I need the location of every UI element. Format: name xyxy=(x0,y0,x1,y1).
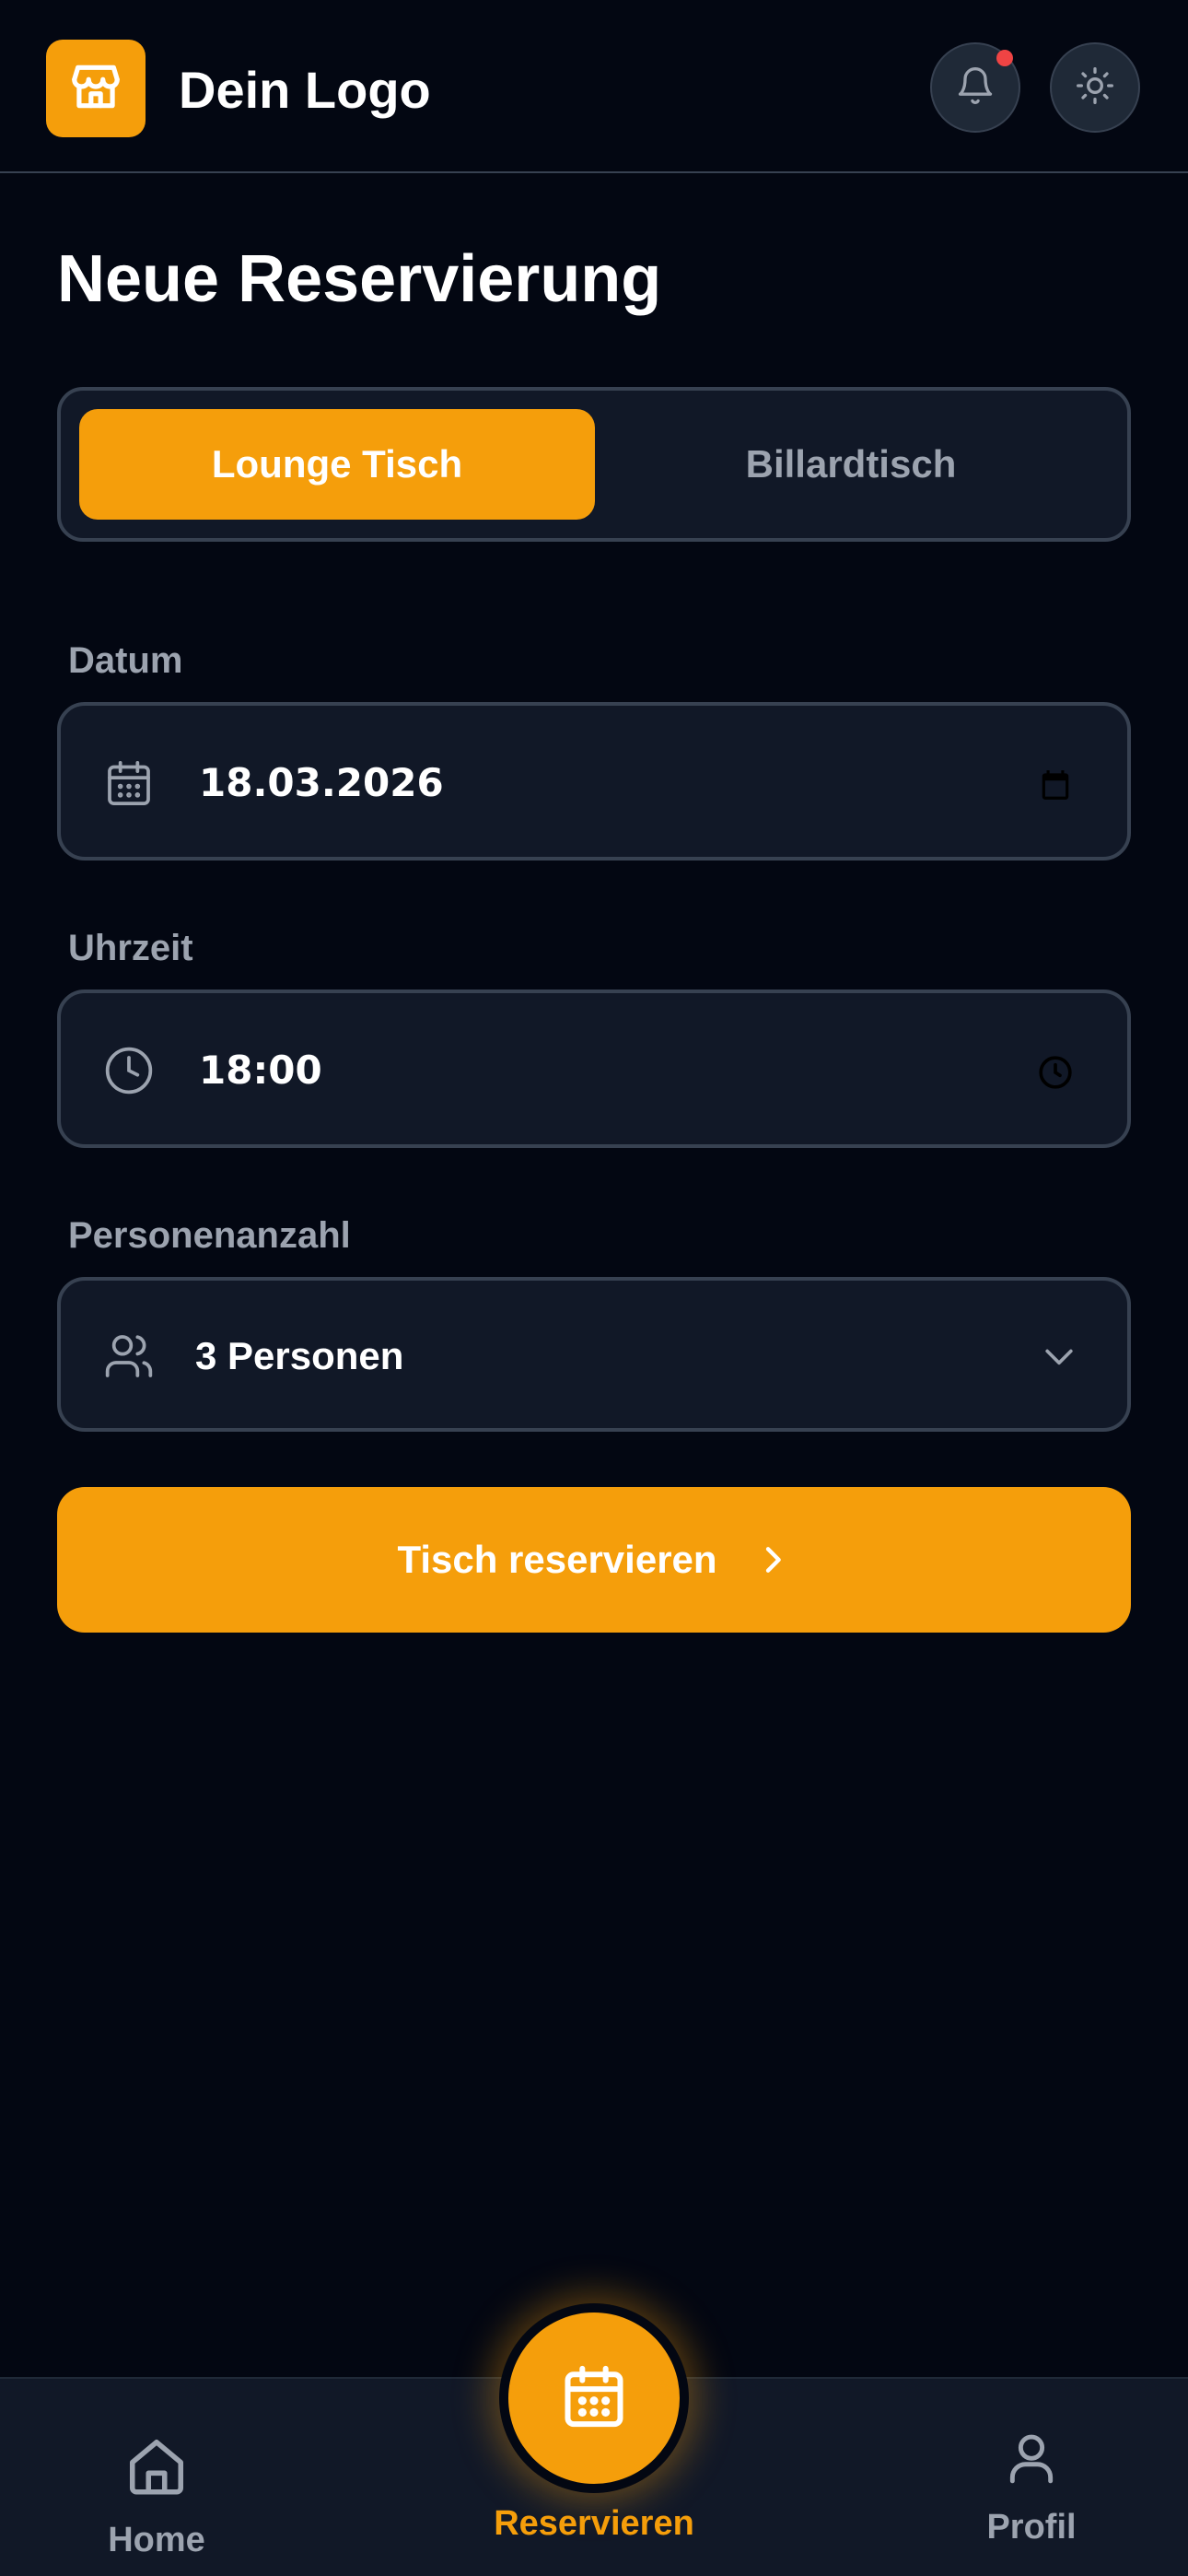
bell-icon xyxy=(955,65,996,111)
notifications-button[interactable] xyxy=(930,42,1020,133)
tab-billardtisch[interactable]: Billardtisch xyxy=(593,409,1109,520)
guests-select[interactable]: 3 Personen xyxy=(57,1277,1131,1432)
nav-profil-label: Profil xyxy=(986,2508,1077,2547)
guests-label: Personenanzahl xyxy=(68,1215,351,1256)
date-field[interactable]: 18.03.2026 xyxy=(57,702,1131,861)
time-value: 18:00 xyxy=(199,1048,322,1093)
nav-reservieren[interactable] xyxy=(499,2303,689,2493)
user-icon xyxy=(1003,2429,1060,2495)
nav-reservieren-label[interactable]: Reservieren xyxy=(460,2504,728,2544)
app-header: Dein Logo xyxy=(0,0,1188,173)
calendar-icon xyxy=(559,2361,629,2436)
date-value: 18.03.2026 xyxy=(199,760,444,805)
users-icon xyxy=(103,1330,155,1382)
nav-profil[interactable]: Profil xyxy=(967,2429,1096,2547)
time-picker-icon[interactable] xyxy=(1035,1052,1076,1093)
nav-home[interactable]: Home xyxy=(92,2434,221,2560)
sun-icon xyxy=(1075,65,1115,111)
clock-icon xyxy=(103,1045,155,1096)
notification-dot xyxy=(996,50,1013,66)
reserve-table-label: Tisch reservieren xyxy=(397,1538,717,1581)
page-title: Neue Reservierung xyxy=(57,242,662,316)
time-field[interactable]: 18:00 xyxy=(57,989,1131,1148)
calendar-icon xyxy=(103,757,155,809)
date-label: Datum xyxy=(68,640,183,681)
time-label: Uhrzeit xyxy=(68,928,193,968)
guests-value: 3 Personen xyxy=(195,1334,404,1377)
reserve-fab-button[interactable] xyxy=(508,2313,680,2484)
chevron-down-icon[interactable] xyxy=(1039,1336,1079,1376)
calendar-picker-icon[interactable] xyxy=(1035,765,1076,805)
logo[interactable] xyxy=(46,40,146,137)
reserve-table-button[interactable]: Tisch reservieren xyxy=(57,1487,1131,1633)
logo-text: Dein Logo xyxy=(179,61,431,119)
tab-lounge-tisch[interactable]: Lounge Tisch xyxy=(79,409,595,520)
chevron-right-icon xyxy=(754,1541,791,1578)
table-type-selector: Lounge Tisch Billardtisch xyxy=(57,387,1131,542)
theme-toggle-button[interactable] xyxy=(1050,42,1140,133)
store-icon xyxy=(67,58,124,120)
home-icon xyxy=(124,2434,189,2508)
nav-home-label: Home xyxy=(108,2521,205,2559)
